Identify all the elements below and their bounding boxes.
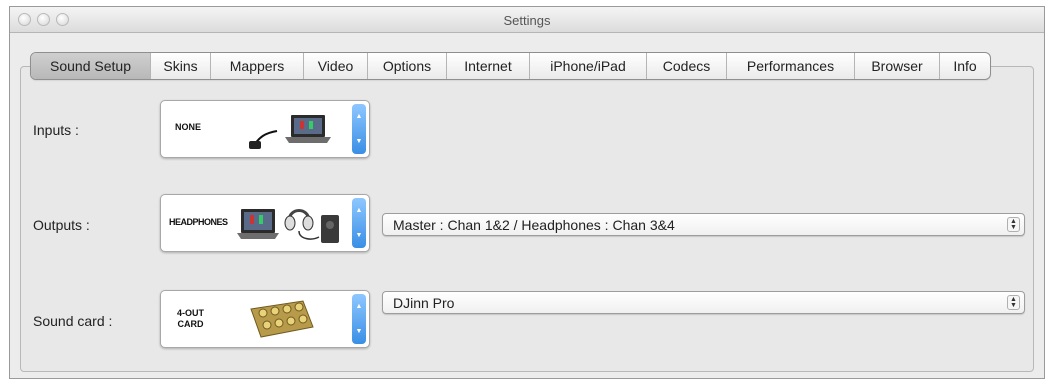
tab-iphone-ipad[interactable]: iPhone/iPad: [530, 53, 647, 79]
window-title: Settings: [503, 13, 551, 28]
tab-video[interactable]: Video: [304, 53, 368, 79]
tab-internet[interactable]: Internet: [447, 53, 530, 79]
sound-card-label: Sound card :: [33, 313, 113, 329]
up-down-arrows-icon: ▲ ▼: [1007, 295, 1020, 310]
chevron-up-icon: ▲: [355, 207, 363, 214]
inputs-select[interactable]: NONE ▲ ▼: [160, 100, 370, 158]
sound-card-connector-icon: [250, 300, 314, 338]
chevron-up-icon: ▲: [355, 303, 363, 310]
output-routing-value: Master : Chan 1&2 / Headphones : Chan 3&…: [393, 217, 675, 233]
outputs-label: Outputs :: [33, 217, 90, 233]
chevron-up-icon: ▲: [355, 113, 363, 120]
tab-codecs[interactable]: Codecs: [647, 53, 727, 79]
chevron-down-icon: ▼: [355, 328, 363, 335]
tab-options[interactable]: Options: [368, 53, 447, 79]
tab-performances[interactable]: Performances: [727, 53, 855, 79]
outputs-select[interactable]: HEADPHONES ▲ ▼: [160, 194, 370, 252]
settings-window: Settings Sound Setup Skins Mappers Video…: [9, 6, 1045, 379]
title-bar: Settings: [10, 7, 1044, 33]
outputs-stepper[interactable]: ▲ ▼: [352, 198, 366, 248]
laptop-cable-icon: [249, 115, 331, 149]
sound-card-stepper[interactable]: ▲ ▼: [352, 294, 366, 344]
tab-sound-setup[interactable]: Sound Setup: [31, 53, 151, 79]
sound-card-device-value: DJinn Pro: [393, 295, 455, 311]
tab-info[interactable]: Info: [940, 53, 990, 79]
output-routing-popup[interactable]: Master : Chan 1&2 / Headphones : Chan 3&…: [382, 213, 1025, 236]
inputs-stepper[interactable]: ▲ ▼: [352, 104, 366, 154]
inputs-selection-text: NONE: [175, 122, 202, 132]
laptop-headphones-speaker-icon: [237, 209, 339, 243]
sound-card-selection-text: 4-OUT CARD: [177, 308, 204, 329]
sound-card-select[interactable]: 4-OUT CARD ▲ ▼: [160, 290, 370, 348]
inputs-label: Inputs :: [33, 122, 79, 138]
up-down-arrows-icon: ▲ ▼: [1007, 217, 1020, 232]
chevron-down-icon: ▼: [355, 232, 363, 239]
tab-browser[interactable]: Browser: [855, 53, 940, 79]
outputs-selection-text: HEADPHONES: [169, 217, 228, 227]
tab-bar: Sound Setup Skins Mappers Video Options …: [30, 52, 991, 80]
sound-card-device-popup[interactable]: DJinn Pro ▲ ▼: [382, 291, 1025, 314]
tab-mappers[interactable]: Mappers: [211, 53, 304, 79]
tab-skins[interactable]: Skins: [151, 53, 211, 79]
chevron-down-icon: ▼: [355, 138, 363, 145]
